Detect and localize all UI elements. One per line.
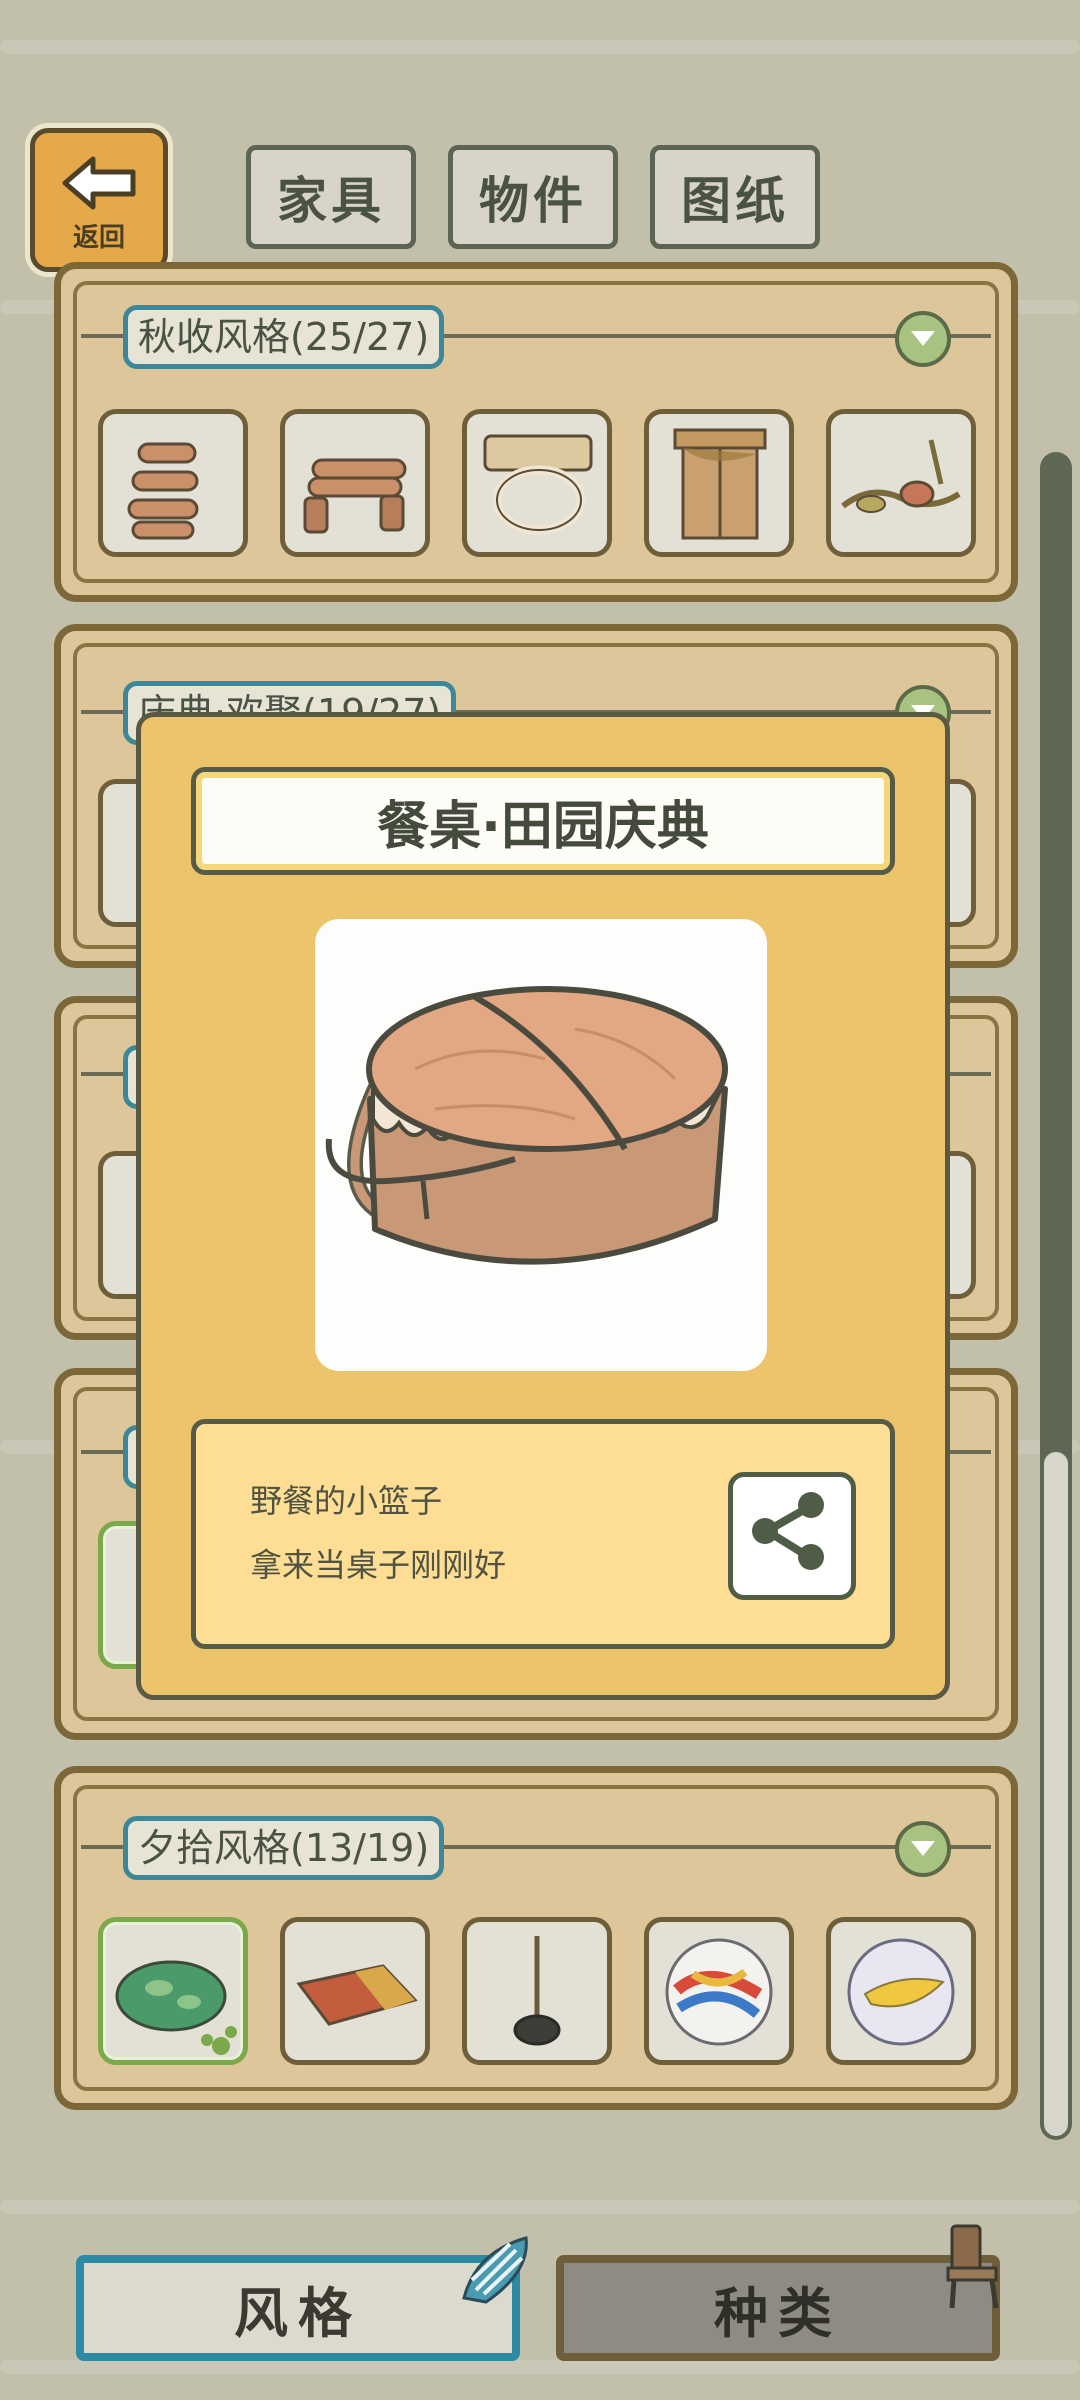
scroll-swing-icon [483,434,593,535]
tab-furniture[interactable]: 家具 [246,145,416,249]
tab-blueprints[interactable]: 图纸 [650,145,820,249]
description-line: 野餐的小篮子 [250,1482,443,1520]
chair-icon [940,2222,1006,2312]
log-ladder-icon [127,442,199,540]
wooden-door-icon [673,428,767,540]
item-slot[interactable] [462,409,612,557]
stick-stand-icon [513,1936,561,2046]
marble-icon [847,1938,955,2046]
category-label: 秋收风格(25/27) [123,305,445,369]
item-slot[interactable] [280,409,430,557]
tab-style[interactable]: 风格 [76,2255,520,2361]
item-slot[interactable] [462,1917,612,2065]
category-label: 夕拾风格(13/19) [123,1816,445,1880]
harvest-decor-icon [841,439,961,513]
description-line: 拿来当桌子刚刚好 [250,1546,507,1584]
item-slot[interactable] [826,409,976,557]
category-panel-evening: 夕拾风格(13/19) [54,1766,1018,2110]
back-label: 返回 [72,223,125,253]
shell-icon [456,2232,532,2308]
log-bench-icon [303,458,407,534]
tab-category[interactable]: 种类 [556,2255,1000,2361]
expand-dropdown-icon[interactable] [895,1821,951,1877]
share-button[interactable] [728,1472,856,1600]
red-mat-icon [296,1964,418,2026]
category-panel-autumn: 秋收风格(25/27) [54,262,1018,602]
item-slot[interactable] [826,1917,976,2065]
item-image [315,919,767,1371]
item-description: 野餐的小篮子 拿来当桌子刚刚好 [191,1419,895,1649]
item-slot[interactable] [280,1917,430,2065]
marble-icon [665,1938,773,2046]
item-detail-dialog: 餐桌·田园庆典 野餐的小篮子 拿来当桌子刚刚好 [136,712,950,1700]
item-slot[interactable] [98,409,248,557]
tab-items[interactable]: 物件 [448,145,618,249]
share-icon [752,1492,824,1570]
item-title: 餐桌·田园庆典 [191,767,895,875]
expand-dropdown-icon[interactable] [895,311,951,367]
item-slot-selected[interactable] [98,1917,248,2065]
back-button[interactable]: 返回 [30,128,168,272]
back-arrow-icon [62,156,136,210]
frog-stone-icon [115,1960,237,2055]
scrollbar-thumb[interactable] [1044,1452,1068,2136]
item-slot[interactable] [644,409,794,557]
picnic-basket-icon [325,986,728,1265]
item-slot[interactable] [644,1917,794,2065]
